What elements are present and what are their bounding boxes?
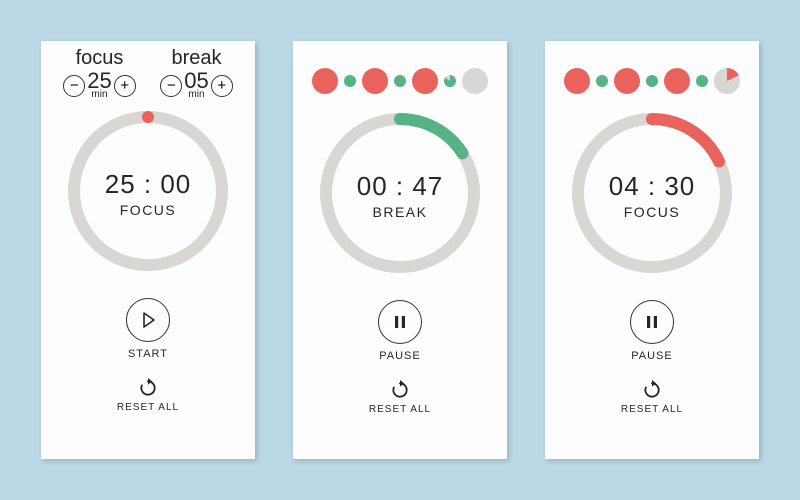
reset-icon [138, 378, 158, 398]
play-icon [139, 311, 157, 329]
reset-icon [642, 380, 662, 400]
pomodoro-card-setup: focus − 25 min + break − 05 min + 25 [41, 41, 255, 459]
reset-label: RESET ALL [117, 402, 179, 413]
break-progress-dot-icon [444, 75, 456, 87]
focus-value: 25 min [87, 72, 111, 99]
timer-time: 04 : 30 [609, 171, 696, 202]
break-stepper: − 05 min + [160, 72, 232, 99]
focus-done-dot-icon [362, 68, 388, 94]
break-value: 05 min [184, 72, 208, 99]
pomodoro-card-break: 00 : 47 BREAK PAUSE RESET ALL [293, 41, 507, 459]
reset-label: RESET ALL [369, 404, 431, 415]
break-done-dot-icon [394, 75, 406, 87]
settings-row: focus − 25 min + break − 05 min + [51, 47, 245, 99]
sessions-dots [564, 61, 740, 101]
timer-mode: FOCUS [624, 204, 681, 220]
focus-stepper: − 25 min + [63, 72, 135, 99]
break-value-number: 05 [184, 72, 208, 91]
focus-label: focus [76, 47, 124, 70]
timer-ring: 25 : 00 FOCUS [68, 111, 228, 276]
focus-value-number: 25 [87, 72, 111, 91]
timer-time: 00 : 47 [357, 171, 444, 202]
focus-done-dot-icon [412, 68, 438, 94]
reset-button[interactable]: RESET ALL [117, 378, 179, 413]
break-done-dot-icon [696, 75, 708, 87]
pause-icon [644, 314, 660, 330]
pause-button[interactable] [630, 300, 674, 344]
start-button[interactable] [126, 298, 170, 342]
timer-time: 25 : 00 [105, 169, 192, 200]
break-done-dot-icon [646, 75, 658, 87]
focus-empty-dot-icon [462, 68, 488, 94]
break-plus-button[interactable]: + [211, 75, 233, 97]
pomodoro-card-focus: 04 : 30 FOCUS PAUSE RESET ALL [545, 41, 759, 459]
focus-value-unit: min [91, 91, 107, 100]
timer-mode: BREAK [373, 204, 428, 220]
pause-label: PAUSE [379, 350, 420, 362]
focus-done-dot-icon [312, 68, 338, 94]
pause-label: PAUSE [631, 350, 672, 362]
break-label: break [171, 47, 221, 70]
reset-icon [390, 380, 410, 400]
reset-label: RESET ALL [621, 404, 683, 415]
start-label: START [128, 348, 168, 360]
focus-progress-dot-icon [714, 68, 740, 94]
focus-minus-button[interactable]: − [63, 75, 85, 97]
timer-ring: 00 : 47 BREAK [320, 113, 480, 278]
focus-done-dot-icon [664, 68, 690, 94]
break-setting: break − 05 min + [160, 47, 232, 99]
timer-ring: 04 : 30 FOCUS [572, 113, 732, 278]
focus-setting: focus − 25 min + [63, 47, 135, 99]
break-minus-button[interactable]: − [160, 75, 182, 97]
reset-button[interactable]: RESET ALL [369, 380, 431, 415]
focus-done-dot-icon [614, 68, 640, 94]
reset-button[interactable]: RESET ALL [621, 380, 683, 415]
timer-mode: FOCUS [120, 202, 177, 218]
break-value-unit: min [188, 91, 204, 100]
pause-icon [392, 314, 408, 330]
sessions-dots [312, 61, 488, 101]
break-done-dot-icon [596, 75, 608, 87]
pause-button[interactable] [378, 300, 422, 344]
focus-plus-button[interactable]: + [114, 75, 136, 97]
focus-done-dot-icon [564, 68, 590, 94]
break-done-dot-icon [344, 75, 356, 87]
